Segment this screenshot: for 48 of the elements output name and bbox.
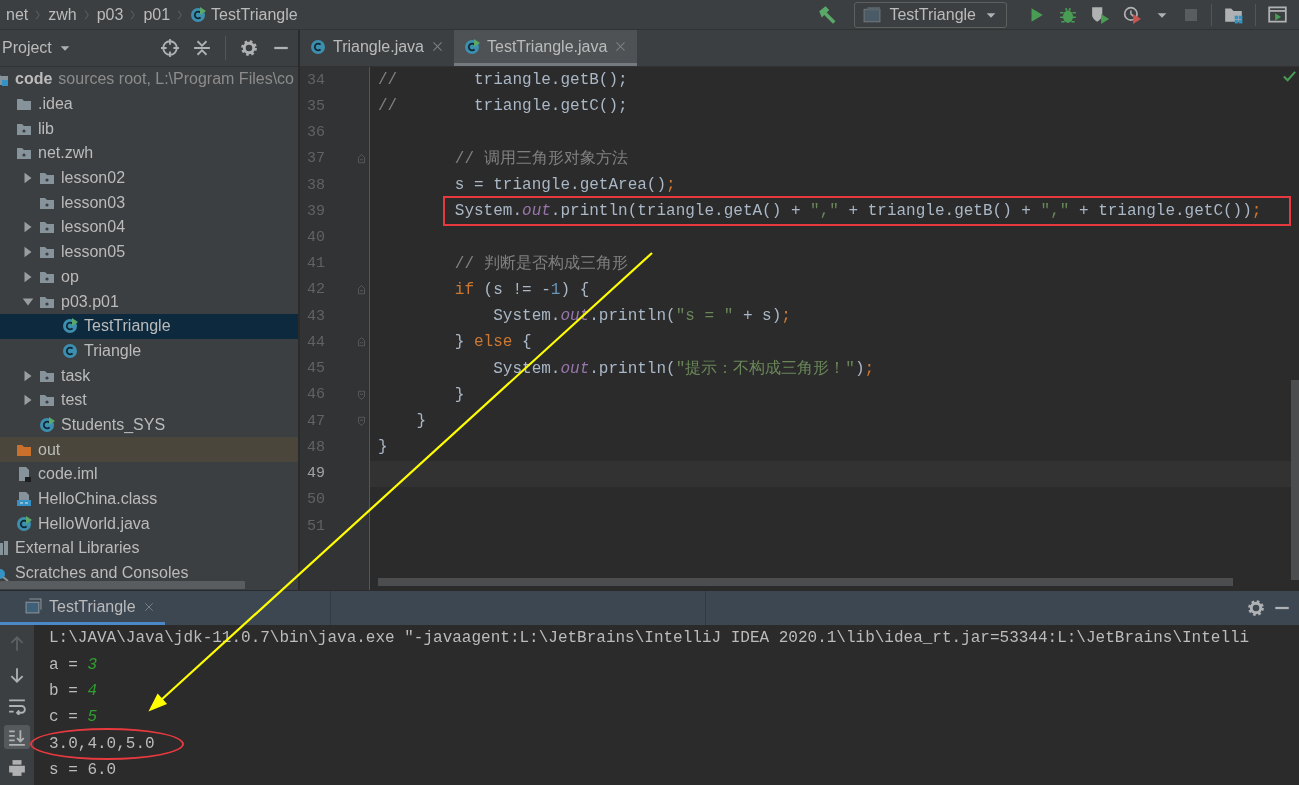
run-config-dropdown[interactable]: TestTriangle	[854, 1, 1007, 28]
project-view-dropdown[interactable]: Project	[2, 39, 52, 57]
tree-item[interactable]: TestTriangle	[0, 313, 298, 339]
code-line: // triangle.getC();	[378, 97, 628, 116]
breadcrumb-item[interactable]: p01	[143, 5, 171, 24]
tree-item[interactable]: Students_SYS	[0, 412, 298, 438]
code-line: // 调用三角形对象方法	[453, 148, 628, 170]
breadcrumb-item[interactable]: net	[6, 5, 29, 24]
code-line: s = triangle.getArea();	[453, 176, 676, 195]
tree-item[interactable]: lesson03	[0, 190, 298, 216]
code-line: } else {	[453, 333, 532, 352]
editor-tab[interactable]: Triangle.java	[300, 30, 454, 66]
tree-item[interactable]: op	[0, 264, 298, 290]
tree-item[interactable]: Scratches and Consoles	[0, 560, 298, 586]
tree-item[interactable]: code.iml	[0, 462, 298, 487]
breadcrumb-item[interactable]: TestTriangle	[211, 5, 298, 24]
tree-item[interactable]: test	[0, 387, 298, 413]
tree-item[interactable]: out	[0, 437, 298, 462]
path-hint: sources root, L:\Program Files\co	[58, 70, 294, 89]
code-line: if (s != -1) {	[453, 281, 590, 299]
code-line: }	[378, 438, 388, 457]
tree-item[interactable]: External Libraries	[0, 536, 298, 561]
line-number: 49	[306, 465, 326, 483]
tree-item[interactable]: lesson05	[0, 239, 298, 265]
tree-item[interactable]: p03.p01	[0, 289, 298, 314]
code-line: System.out.println(triangle.getA() + "," + triangle.getB() + "," + triangle.getC());	[453, 202, 1262, 221]
tree-item[interactable]: .idea	[0, 91, 298, 117]
console-line: c = 5	[49, 708, 97, 727]
breadcrumb-item[interactable]: p03	[96, 5, 124, 24]
tree-item[interactable]: HelloWorld.java	[0, 511, 298, 537]
breadcrumb-item[interactable]: zwh	[48, 5, 77, 24]
tree-item[interactable]: lesson02	[0, 165, 298, 191]
tree-item[interactable]: lib	[0, 116, 298, 142]
console-line: 3.0,4.0,5.0	[49, 734, 155, 753]
console-line: a = 3	[49, 655, 97, 674]
tree-item[interactable]: task	[0, 363, 298, 388]
code-line: }	[415, 412, 426, 431]
code-line: // triangle.getB();	[378, 71, 628, 90]
code-line: }	[453, 385, 465, 404]
editor-tab[interactable]: TestTriangle.java	[454, 30, 638, 66]
console-line: b = 4	[49, 681, 97, 700]
tree-item[interactable]: code sources root, L:\Program Files\co	[0, 67, 298, 92]
tree-item[interactable]: net.zwh	[0, 141, 298, 166]
code-line: // 判断是否构成三角形	[453, 253, 628, 275]
tree-item[interactable]: Triangle	[0, 338, 298, 364]
tree-item[interactable]: HelloChina.class	[0, 486, 298, 512]
tree-item[interactable]: lesson04	[0, 215, 298, 240]
console-line: s = 6.0	[49, 761, 117, 780]
